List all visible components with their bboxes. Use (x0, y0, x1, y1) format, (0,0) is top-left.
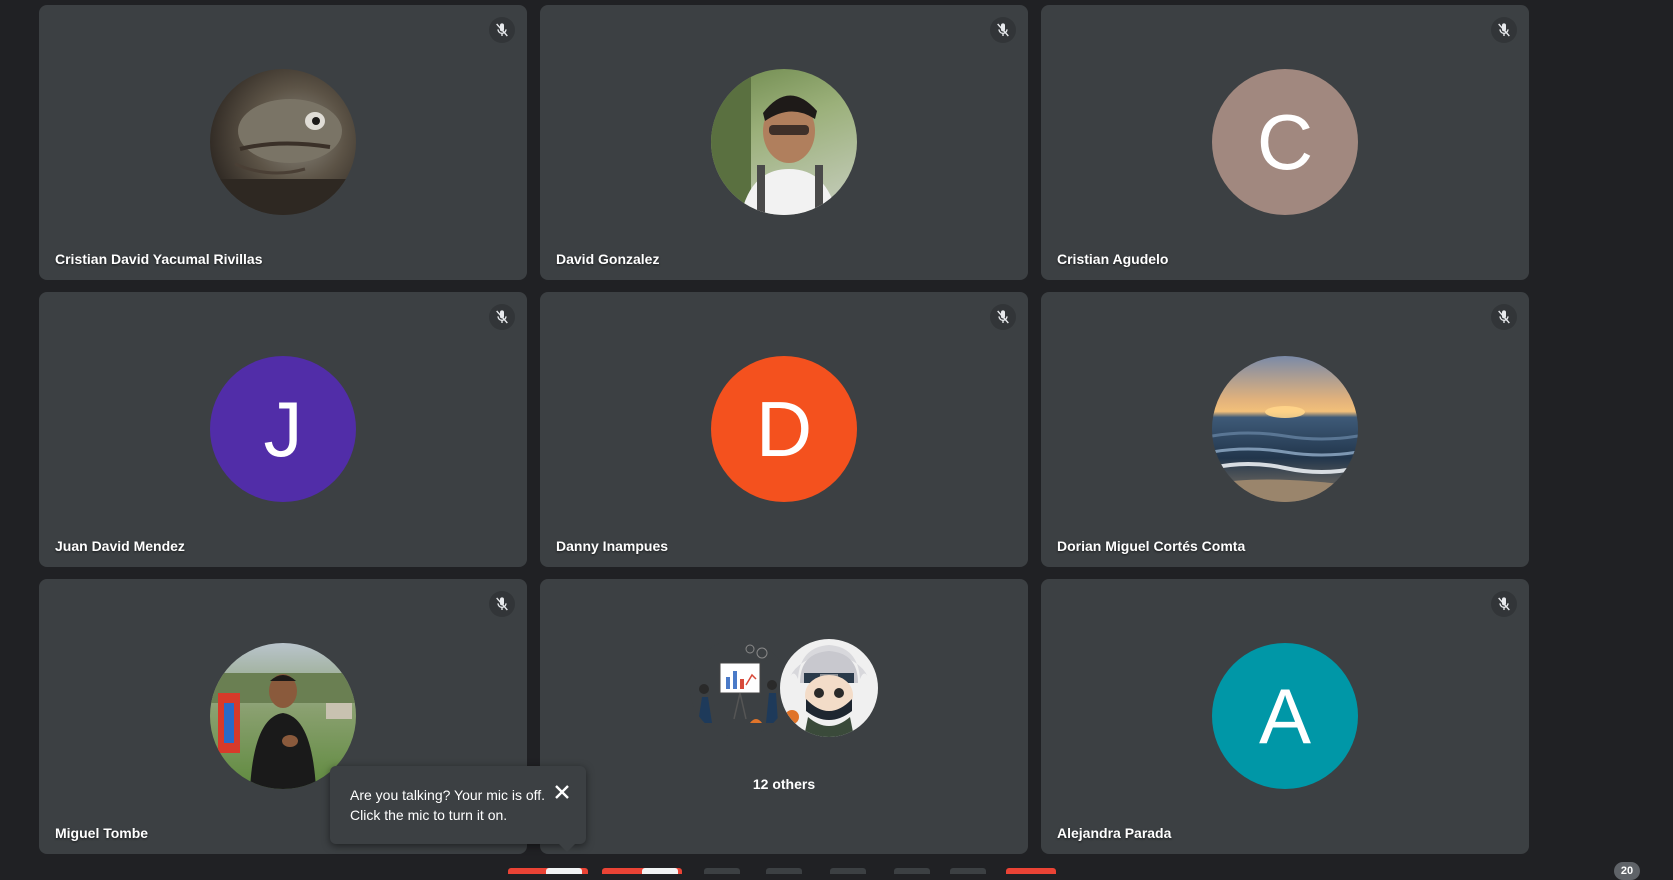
avatar-initial: C (1256, 97, 1314, 186)
participant-name: Alejandra Parada (1057, 825, 1172, 841)
others-count-label: 12 others (752, 776, 816, 792)
participant-tile[interactable]: David Gonzalez (540, 5, 1028, 280)
initial-avatar: J (210, 356, 356, 502)
mic-off-icon (489, 17, 515, 43)
participant-tile[interactable]: Dorian Miguel Cortés Comta (1041, 292, 1529, 567)
participant-tile[interactable]: A Alejandra Parada (1041, 579, 1529, 854)
initial-avatar: A (1212, 643, 1358, 789)
leave-call-button[interactable] (1006, 868, 1056, 874)
turtle-photo-avatar (210, 69, 356, 215)
mic-off-tooltip: Are you talking? Your mic is off. Click … (330, 766, 586, 852)
others-avatar-group (690, 639, 880, 739)
control-button[interactable] (766, 868, 802, 874)
control-button[interactable] (830, 868, 866, 874)
mic-off-icon (1491, 304, 1517, 330)
anime-character-avatar (780, 639, 878, 737)
mic-off-icon (990, 304, 1016, 330)
tooltip-message: Are you talking? Your mic is off. Click … (350, 787, 546, 823)
control-button[interactable] (704, 868, 740, 874)
avatar-initial: J (263, 384, 303, 473)
mic-off-icon (990, 17, 1016, 43)
tooltip-arrow (558, 843, 576, 852)
sunset-sea-photo-avatar (1212, 356, 1358, 502)
participant-name: David Gonzalez (556, 251, 660, 267)
control-button[interactable] (950, 868, 986, 874)
participant-name: Danny Inampues (556, 538, 669, 554)
mic-off-icon (1491, 591, 1517, 617)
mic-off-icon (489, 591, 515, 617)
others-tile[interactable]: 12 others (540, 579, 1028, 854)
initial-avatar: D (711, 356, 857, 502)
participant-tile[interactable]: Cristian David Yacumal Rivillas (39, 5, 527, 280)
mic-off-icon (489, 304, 515, 330)
participant-name: Cristian Agudelo (1057, 251, 1169, 267)
avatar-initial: A (1258, 671, 1312, 760)
man-selfie-photo-avatar (711, 69, 857, 215)
participant-tile[interactable]: C Cristian Agudelo (1041, 5, 1529, 280)
participant-name: Dorian Miguel Cortés Comta (1057, 538, 1246, 554)
mic-toggle-caret[interactable] (546, 868, 582, 874)
participant-tile[interactable]: D Danny Inampues (540, 292, 1028, 567)
close-icon[interactable] (550, 780, 574, 804)
participant-name: Juan David Mendez (55, 538, 185, 554)
presentation-illustration-avatar (690, 639, 788, 737)
mic-off-icon (1491, 17, 1517, 43)
participant-tile[interactable]: J Juan David Mendez (39, 292, 527, 567)
participant-name: Miguel Tombe (55, 825, 149, 841)
participant-count-badge: 20 (1614, 862, 1640, 880)
control-button[interactable] (894, 868, 930, 874)
initial-avatar: C (1212, 69, 1358, 215)
avatar-initial: D (755, 384, 813, 473)
camera-toggle-caret[interactable] (642, 868, 678, 874)
participant-name: Cristian David Yacumal Rivillas (55, 251, 263, 267)
